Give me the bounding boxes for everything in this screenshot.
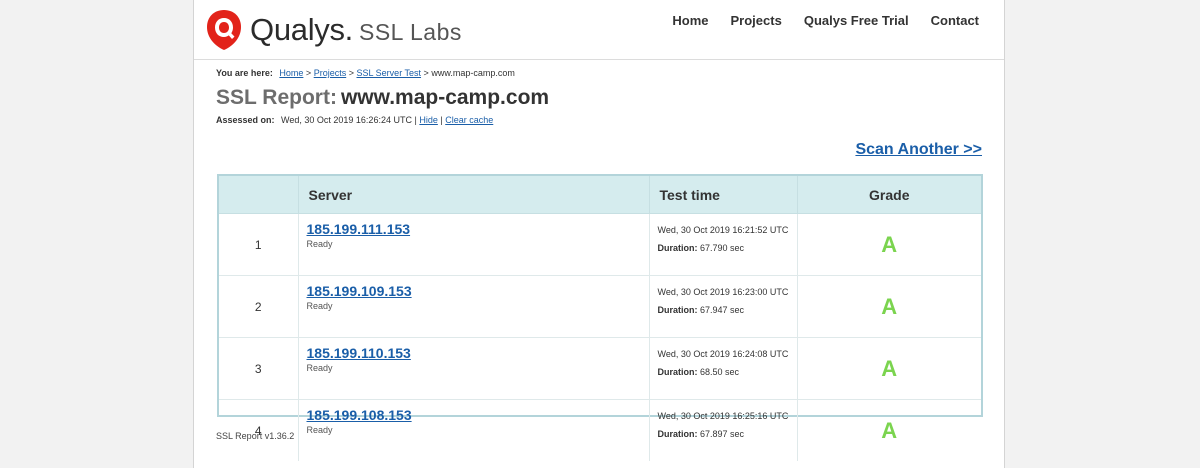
table-row: 2 185.199.109.153 Ready Wed, 30 Oct 2019… — [219, 275, 981, 338]
nav-contact-link[interactable]: Contact — [931, 13, 979, 28]
hide-link[interactable]: Hide — [419, 115, 438, 125]
server-ip-link[interactable]: 185.199.111.153 — [307, 221, 649, 237]
col-header-server: Server — [298, 176, 650, 214]
nav-free-trial-link[interactable]: Qualys Free Trial — [804, 13, 909, 28]
table-row: 3 185.199.110.153 Ready Wed, 30 Oct 2019… — [219, 337, 981, 400]
table-header-row: Server Test time Grade — [219, 176, 981, 214]
test-timestamp: Wed, 30 Oct 2019 16:21:52 UTC — [657, 225, 789, 235]
clear-cache-link[interactable]: Clear cache — [445, 115, 493, 125]
grade-badge[interactable]: A — [797, 213, 981, 276]
nav-home-link[interactable]: Home — [672, 13, 708, 28]
assessed-label: Assessed on: — [216, 115, 275, 125]
duration-label: Duration: — [657, 243, 698, 253]
page-container: Qualys. SSL Labs Home Projects Qualys Fre… — [193, 0, 1005, 468]
brand-product: SSL Labs — [359, 19, 462, 45]
breadcrumb-separator: > — [348, 68, 354, 78]
divider: | — [440, 115, 443, 125]
breadcrumb-prefix: You are here: — [216, 68, 273, 78]
test-timestamp: Wed, 30 Oct 2019 16:23:00 UTC — [657, 287, 789, 297]
breadcrumb-separator: > — [423, 68, 429, 78]
breadcrumb-projects-link[interactable]: Projects — [314, 68, 347, 78]
duration-label: Duration: — [657, 429, 698, 439]
server-cell: 185.199.109.153 Ready — [298, 275, 650, 338]
top-nav: Home Projects Qualys Free Trial Contact — [672, 13, 1004, 28]
assessed-value: Wed, 30 Oct 2019 16:26:24 UTC — [281, 115, 412, 125]
duration-value: 67.947 sec — [700, 305, 745, 315]
breadcrumb-separator: > — [305, 68, 312, 78]
row-number: 3 — [219, 337, 299, 400]
duration-line: Duration: 68.50 sec — [658, 367, 797, 377]
brand-name: Qualys. — [250, 12, 353, 47]
breadcrumb: You are here: Home > Projects > SSL Serv… — [216, 68, 515, 78]
duration-line: Duration: 67.947 sec — [658, 305, 797, 315]
servers-table: Server Test time Grade 1 185.199.111.153… — [219, 176, 981, 461]
nav-projects-link[interactable]: Projects — [731, 13, 782, 28]
duration-value: 67.897 sec — [700, 429, 745, 439]
row-number: 2 — [219, 275, 299, 338]
qualys-shield-logo-icon[interactable] — [206, 9, 242, 51]
breadcrumb-home-link[interactable]: Home — [279, 68, 303, 78]
brand-wordmark[interactable]: Qualys. SSL Labs — [250, 12, 462, 48]
col-header-grade: Grade — [797, 176, 981, 214]
table-row: 4 185.199.108.153 Ready Wed, 30 Oct 2019… — [219, 399, 981, 462]
test-timestamp: Wed, 30 Oct 2019 16:25:16 UTC — [657, 411, 789, 421]
duration-line: Duration: 67.790 sec — [658, 243, 797, 253]
duration-label: Duration: — [657, 305, 698, 315]
divider: | — [414, 115, 417, 125]
page-title-host: www.map-camp.com — [340, 86, 550, 109]
page-title-label: SSL Report: — [216, 86, 337, 109]
server-status: Ready — [306, 425, 333, 435]
server-status: Ready — [306, 301, 333, 311]
test-time-cell: Wed, 30 Oct 2019 16:21:52 UTC Duration: … — [649, 213, 798, 276]
assessed-line: Assessed on: Wed, 30 Oct 2019 16:26:24 U… — [216, 115, 493, 125]
page-title: SSL Report: www.map-camp.com — [216, 86, 549, 110]
server-cell: 185.199.111.153 Ready — [298, 213, 650, 276]
duration-label: Duration: — [657, 367, 698, 377]
server-status: Ready — [306, 239, 333, 249]
server-cell: 185.199.110.153 Ready — [298, 337, 650, 400]
row-number: 1 — [219, 213, 299, 276]
test-time-cell: Wed, 30 Oct 2019 16:25:16 UTC Duration: … — [649, 399, 798, 461]
server-cell: 185.199.108.153 Ready — [298, 399, 650, 461]
grade-badge[interactable]: A — [797, 337, 981, 400]
site-header: Qualys. SSL Labs Home Projects Qualys Fre… — [194, 0, 1004, 60]
report-version: SSL Report v1.36.2 — [216, 431, 295, 441]
table-row: 1 185.199.111.153 Ready Wed, 30 Oct 2019… — [219, 213, 981, 276]
server-status: Ready — [306, 363, 333, 373]
duration-line: Duration: 67.897 sec — [658, 429, 797, 439]
servers-table-container: Server Test time Grade 1 185.199.111.153… — [217, 174, 983, 461]
duration-value: 67.790 sec — [700, 243, 745, 253]
server-ip-link[interactable]: 185.199.110.153 — [307, 345, 649, 361]
col-header-number — [219, 176, 299, 214]
server-ip-link[interactable]: 185.199.109.153 — [307, 283, 649, 299]
test-time-cell: Wed, 30 Oct 2019 16:23:00 UTC Duration: … — [649, 275, 798, 338]
duration-value: 68.50 sec — [700, 367, 740, 377]
grade-badge[interactable]: A — [797, 275, 981, 338]
test-time-cell: Wed, 30 Oct 2019 16:24:08 UTC Duration: … — [649, 337, 798, 400]
breadcrumb-ssl-server-test-link[interactable]: SSL Server Test — [357, 68, 422, 78]
col-header-test-time: Test time — [649, 176, 798, 214]
grade-badge[interactable]: A — [797, 400, 981, 462]
server-ip-link[interactable]: 185.199.108.153 — [307, 407, 649, 423]
test-timestamp: Wed, 30 Oct 2019 16:24:08 UTC — [657, 349, 789, 359]
breadcrumb-current: www.map-camp.com — [431, 68, 515, 78]
scan-another-link[interactable]: Scan Another >> — [855, 141, 982, 159]
